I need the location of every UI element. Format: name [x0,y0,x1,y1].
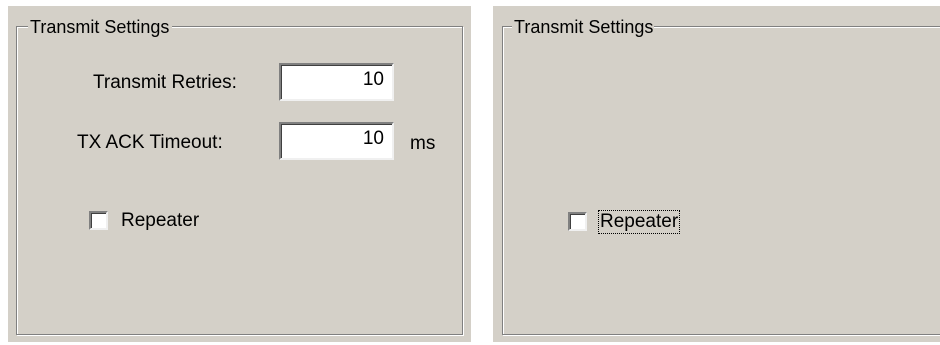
tx-ack-timeout-input[interactable]: 10 [279,122,394,160]
tx-ack-timeout-label: TX ACK Timeout: [77,132,223,153]
repeater-label[interactable]: Repeater [597,210,681,234]
transmit-settings-panel-right: Transmit Settings Repeater [493,6,940,342]
transmit-settings-groupbox [16,26,463,335]
transmit-settings-panel-left: Transmit Settings Transmit Retries: 10 T… [8,6,471,342]
transmit-settings-groupbox [502,26,940,335]
groupbox-title: Transmit Settings [28,17,173,37]
repeater-checkbox[interactable] [568,212,587,231]
repeater-checkbox[interactable] [89,211,108,230]
repeater-label[interactable]: Repeater [121,210,199,232]
transmit-retries-input[interactable]: 10 [279,63,394,101]
transmit-retries-label: Transmit Retries: [93,72,237,93]
tx-ack-timeout-unit: ms [410,133,436,154]
groupbox-title: Transmit Settings [512,17,655,37]
